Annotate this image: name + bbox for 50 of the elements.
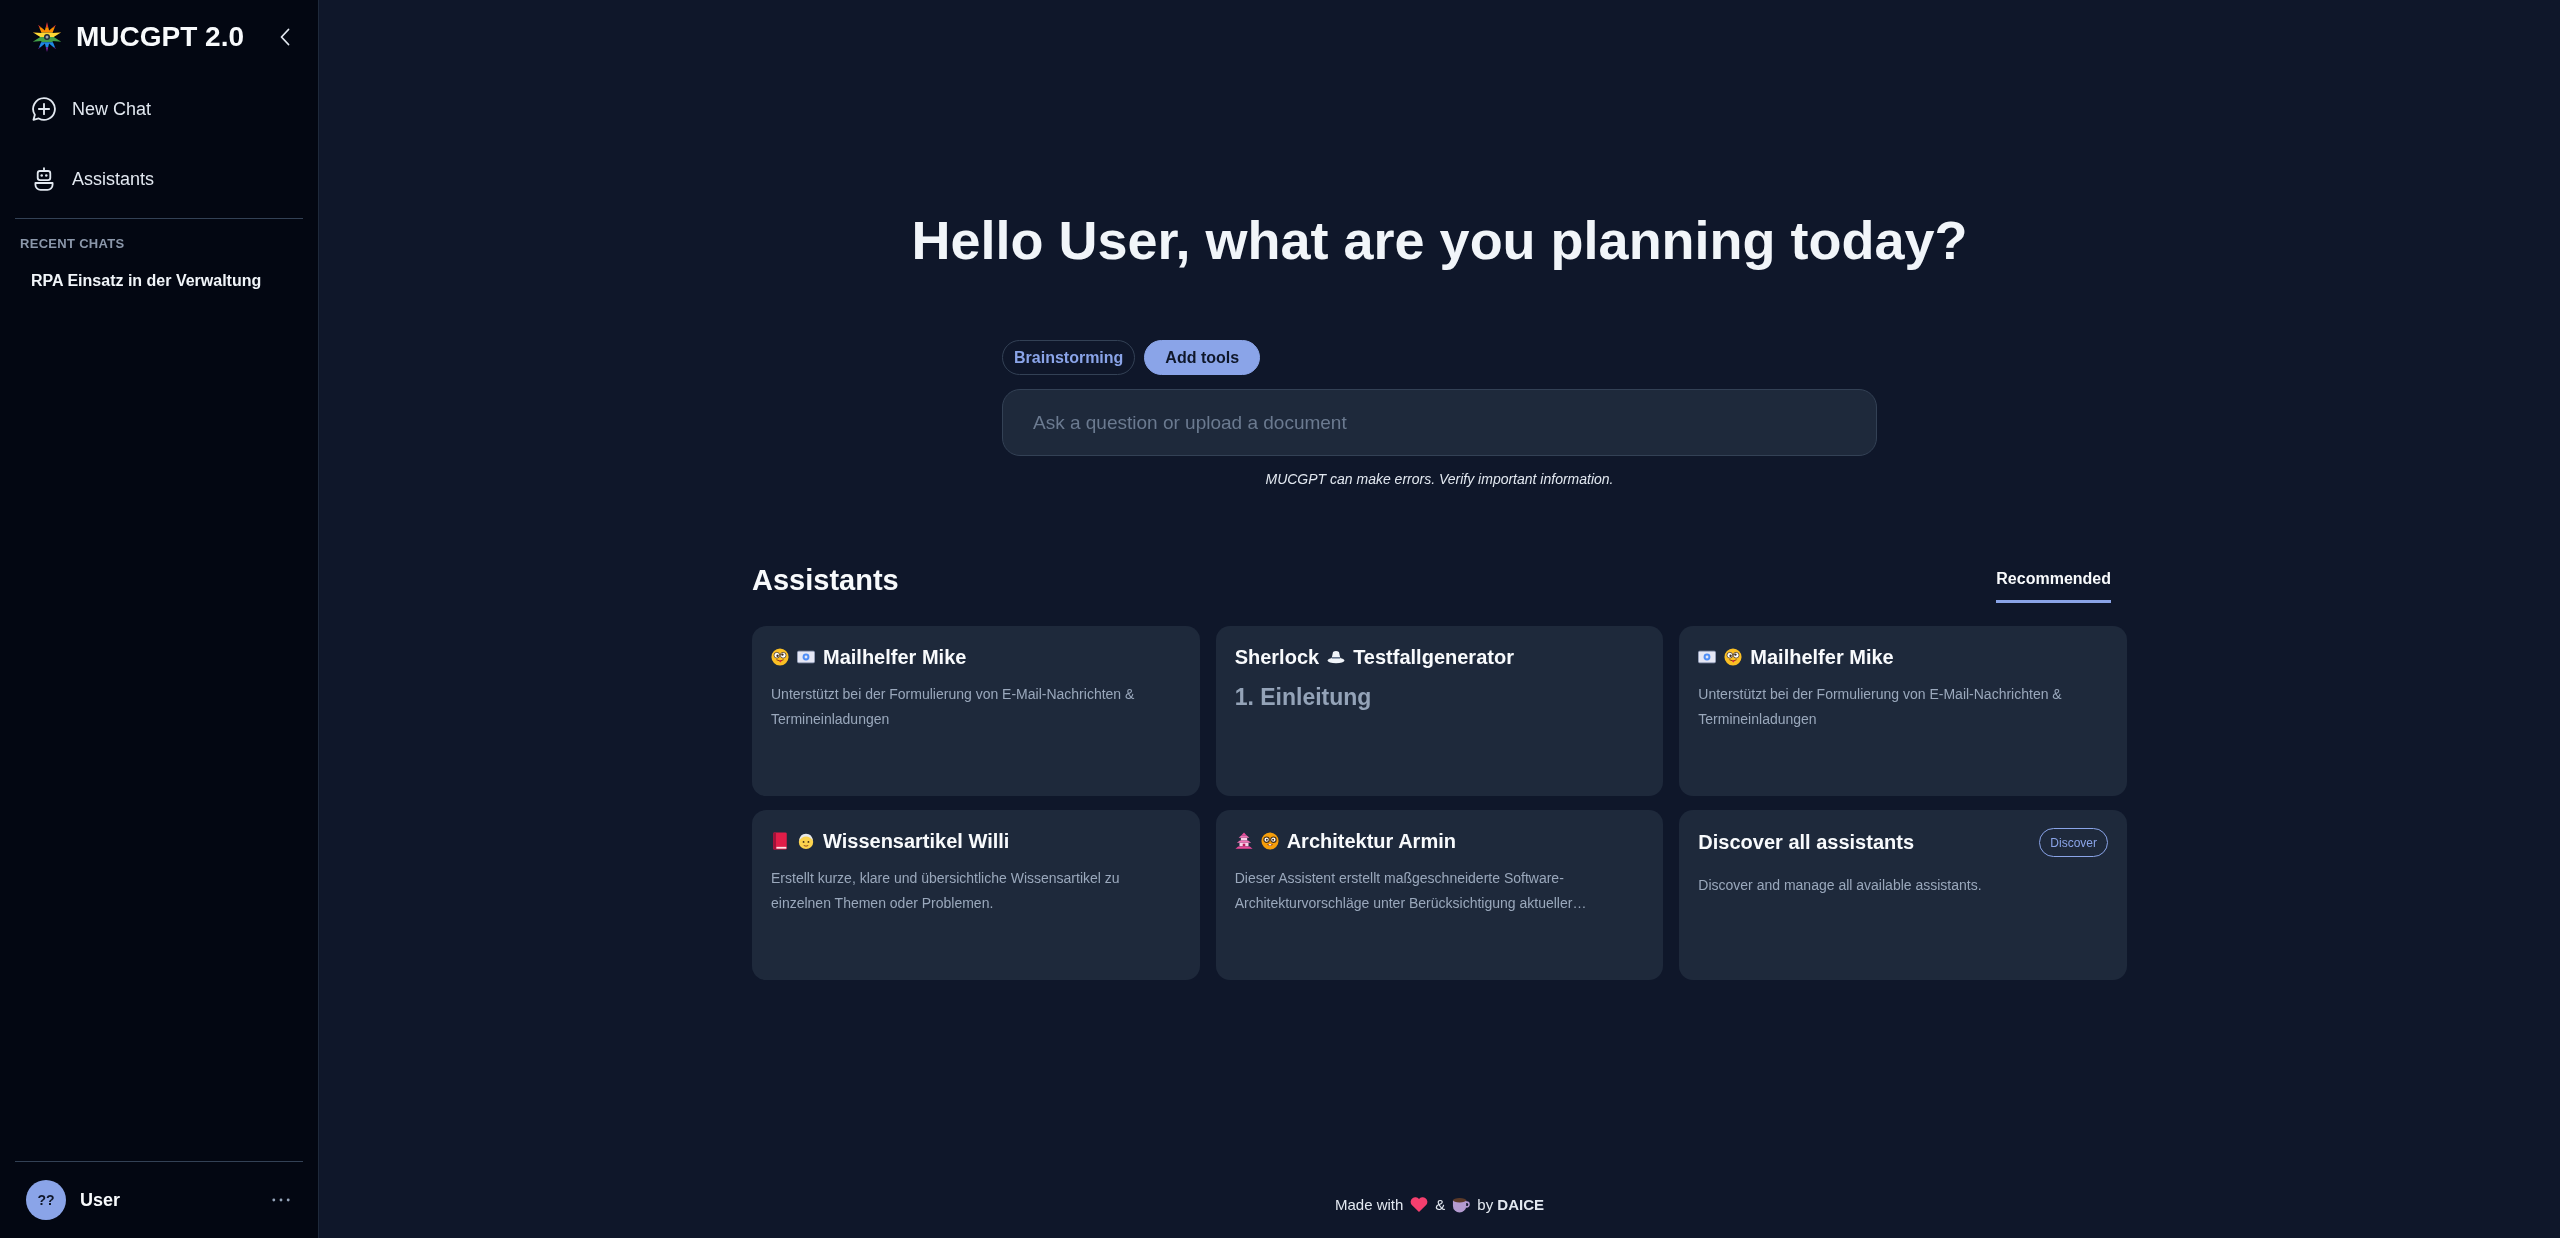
assistant-card[interactable]: Wissensartikel Willi Erstellt kurze, klare und übersichtliche Wissensartikel zu einzelnen Themen oder Problemen.	[752, 810, 1200, 980]
card-title: Wissensartikel Willi	[823, 829, 1010, 853]
brand-title: MUCGPT 2.0	[76, 21, 245, 53]
chat-input-field[interactable]: Ask a question or upload a document	[1002, 389, 1877, 456]
section-heading: RECENT CHATS	[19, 235, 126, 251]
user-name: User	[80, 1189, 121, 1211]
card-title: Mailhelfer Mike	[1750, 645, 1894, 669]
card-description: Unterstützt bei der Formulierung von E-Mail-Nachrichten & Termineinladungen	[1698, 685, 2063, 729]
user-avatar: ??	[26, 1180, 66, 1220]
card-description: Discover and manage all available assistants.	[1698, 876, 1983, 895]
card-title: Sherlock	[1234, 645, 1320, 669]
assistant-card[interactable]: Mailhelfer Mike Unterstützt bei der Formulierung von E-Mail-Nachrichten & Termineinladungen	[752, 626, 1200, 796]
heart-icon	[1410, 1196, 1429, 1213]
assistant-card[interactable]: Mailhelfer Mike Unterstützt bei der Formulierung von E-Mail-Nachrichten & Termineinladungen	[1679, 626, 2127, 796]
robot-icon	[32, 167, 56, 191]
book-icon	[771, 832, 789, 850]
disclaimer-text: MUCGPT can make errors. Verify important information.	[1265, 471, 1614, 487]
cup-icon	[1452, 1196, 1471, 1213]
face-icon	[797, 832, 815, 850]
goofy-face-icon	[1724, 648, 1743, 666]
hat-icon	[1327, 648, 1346, 666]
assistant-card[interactable]: Sherlock Testfallgenerator 1. Einleitung	[1215, 626, 1664, 796]
goofy-face-icon	[771, 648, 789, 666]
add-tools-button[interactable]: Add tools	[1144, 340, 1261, 375]
footer-credit: by DAICE	[1477, 1196, 1545, 1213]
card-title: Architektur Armin	[1286, 829, 1456, 853]
card-description: Unterstützt bei der Formulierung von E-Mail-Nachrichten & Termineinladungen	[771, 685, 1136, 729]
card-description: Erstellt kurze, klare und übersichtliche Wissensartikel zu einzelnen Themen oder Problemen.	[771, 869, 1121, 913]
envelope-icon	[1698, 648, 1717, 666]
more-icon[interactable]	[272, 1198, 290, 1202]
pagoda-icon	[1234, 832, 1253, 850]
glasses-face-icon	[1260, 832, 1279, 850]
nav-item[interactable]: New Chat	[0, 74, 318, 144]
assistant-card[interactable]: Discover all assistants Discover Discover and manage all available assistants.	[1679, 810, 2127, 980]
nav-item[interactable]: Assistants	[0, 144, 318, 214]
card-description: Dieser Assistent erstellt maßgeschneiderte Software-Architekturvorschläge unter Berücksichtigung aktueller…	[1234, 869, 1588, 913]
assistant-card[interactable]: Architektur Armin Dieser Assistent erstellt maßgeschneiderte Software-Architekturvorschläge unter Berücksichtigung aktueller…	[1215, 810, 1664, 980]
envelope-icon	[797, 648, 815, 666]
footer-text: &	[1435, 1196, 1446, 1213]
section-title: Assistants	[752, 563, 899, 598]
card-title: Mailhelfer Mike	[823, 645, 967, 669]
footer-text: Made with	[1334, 1196, 1404, 1213]
tab[interactable]: Recommended	[1996, 562, 2111, 603]
greeting-title: Hello User, what are you planning today?	[911, 209, 1968, 272]
card-preview-heading: 1. Einleitung	[1234, 684, 1373, 711]
recent-chat-item[interactable]: RPA Einsatz in der Verwaltung	[19, 269, 318, 293]
card-title: Discover all assistants	[1698, 831, 1914, 854]
chat-plus-icon	[32, 97, 56, 121]
chevron-left-icon[interactable]	[280, 28, 290, 46]
card-title: Testfallgenerator	[1353, 645, 1514, 669]
